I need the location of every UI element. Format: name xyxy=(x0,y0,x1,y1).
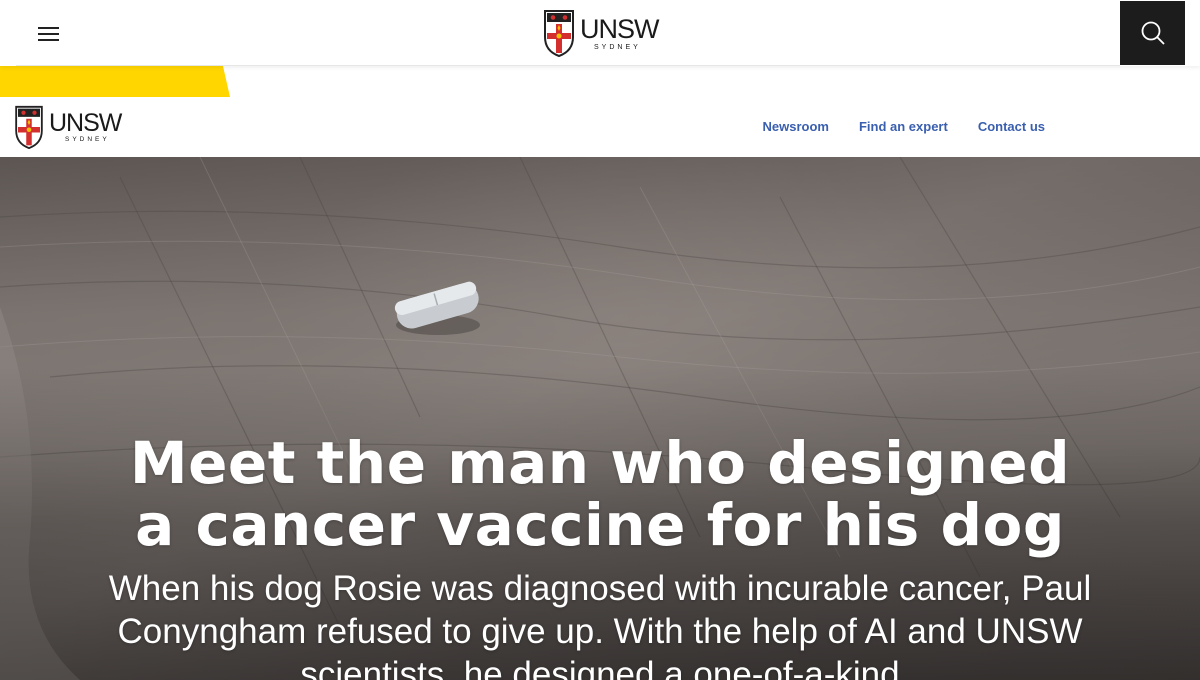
logo-location: SYDNEY xyxy=(594,43,641,51)
top-header: UNSW SYDNEY xyxy=(0,0,1200,66)
nav-links: Newsroom Find an expert Contact us xyxy=(763,119,1046,134)
menu-button[interactable] xyxy=(38,21,60,45)
search-button[interactable] xyxy=(1120,1,1185,65)
nav-link-newsroom[interactable]: Newsroom xyxy=(763,119,829,134)
hero-description: When his dog Rosie was diagnosed with in… xyxy=(108,569,1092,680)
logo-wordmark: UNSW xyxy=(49,108,122,137)
logo-wordmark: UNSW xyxy=(580,13,659,44)
unsw-crest-icon xyxy=(544,10,574,57)
hero-banner: Meet the man who designed a cancer vacci… xyxy=(0,157,1200,680)
logo-location: SYDNEY xyxy=(65,135,110,143)
search-icon xyxy=(1141,21,1165,45)
hamburger-menu-icon xyxy=(38,27,59,29)
subnav-logo[interactable]: UNSW SYDNEY xyxy=(14,105,122,149)
nav-link-contact-us[interactable]: Contact us xyxy=(978,119,1045,134)
header-logo[interactable]: UNSW SYDNEY xyxy=(543,9,659,57)
secondary-nav: UNSW SYDNEY Newsroom Find an expert Cont… xyxy=(0,97,1200,157)
hero-title: Meet the man who designed a cancer vacci… xyxy=(129,429,1071,559)
nav-link-find-an-expert[interactable]: Find an expert xyxy=(859,119,948,134)
unsw-crest-icon xyxy=(15,105,43,149)
